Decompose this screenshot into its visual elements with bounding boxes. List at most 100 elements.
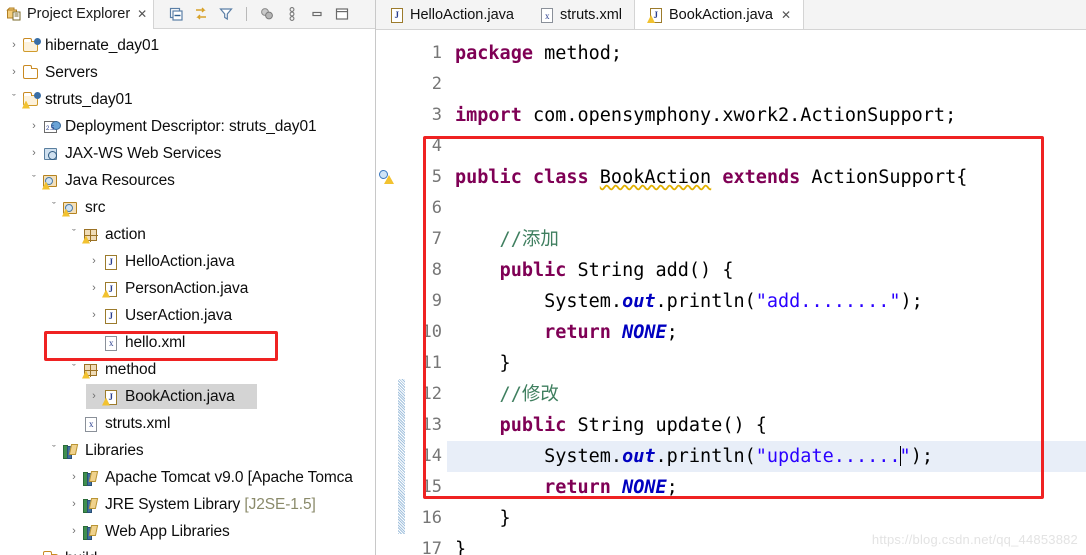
code-line[interactable]: System.out.println("update......");: [447, 441, 1086, 472]
tree-toggle-arrow[interactable]: ›: [66, 526, 82, 537]
line-number: 7: [431, 229, 442, 249]
close-icon[interactable]: ✕: [135, 8, 147, 20]
code-line[interactable]: }: [447, 503, 1086, 534]
maximize-icon[interactable]: [334, 6, 350, 22]
editor-tab-bookaction-java[interactable]: BookAction.java ✕: [634, 0, 805, 29]
tree-item-label: Web App Libraries: [105, 522, 230, 540]
focus-on-active-task-icon[interactable]: [259, 6, 275, 22]
tree-item-helloaction-java[interactable]: › HelloAction.java: [0, 248, 376, 275]
tree-item-struts-xml[interactable]: struts.xml: [0, 410, 376, 437]
code-line[interactable]: }: [447, 348, 1086, 379]
folder-icon: [42, 550, 60, 555]
tree-toggle-arrow[interactable]: ›: [6, 40, 22, 51]
close-icon[interactable]: ✕: [779, 9, 791, 21]
tree-toggle-arrow[interactable]: ˇ: [46, 445, 62, 456]
editor-code-area[interactable]: package method; import com.opensymphony.…: [447, 30, 1086, 555]
tree-toggle-arrow[interactable]: ›: [86, 391, 102, 402]
tree-item-jre-system-library[interactable]: › JRE System Library [J2SE-1.5]: [0, 491, 376, 518]
tree-item-personaction-java[interactable]: › PersonAction.java: [0, 275, 376, 302]
tree-item-web-app-libraries[interactable]: › Web App Libraries: [0, 518, 376, 545]
code-token: System.: [455, 291, 623, 312]
tree-toggle-arrow[interactable]: ˇ: [66, 364, 82, 375]
code-line[interactable]: public class BookAction extends ActionSu…: [447, 162, 1086, 193]
tree-item-label: build: [65, 550, 97, 555]
code-token: }: [455, 353, 511, 374]
project-explorer-panel: Project Explorer ✕ › hibernate_day01 › S…: [0, 0, 376, 555]
tree-item-label: struts.xml: [105, 414, 171, 432]
code-line[interactable]: System.out.println("add........");: [447, 286, 1086, 317]
code-token: ;: [666, 477, 678, 498]
code-line[interactable]: public String update() {: [447, 410, 1086, 441]
code-line[interactable]: import com.opensymphony.xwork2.ActionSup…: [447, 100, 1086, 131]
tree-toggle-arrow[interactable]: ›: [66, 499, 82, 510]
tree-toggle-arrow[interactable]: ˇ: [26, 175, 42, 186]
tree-toggle-arrow[interactable]: ›: [26, 121, 42, 132]
java-file-warn-icon: [102, 280, 120, 298]
change-bar-segment: [398, 379, 405, 534]
link-with-editor-icon[interactable]: [193, 6, 209, 22]
code-line[interactable]: //修改: [447, 379, 1086, 410]
code-line[interactable]: [447, 131, 1086, 162]
code-line[interactable]: [447, 193, 1086, 224]
tree-toggle-arrow[interactable]: ›: [86, 256, 102, 267]
code-token: .println(: [655, 291, 756, 312]
line-number: 1: [431, 43, 442, 63]
library-icon: [82, 496, 100, 514]
tree-item-libraries[interactable]: ˇ Libraries: [0, 437, 376, 464]
tree-item-jax-ws-web-services[interactable]: › JAX-WS Web Services: [0, 140, 376, 167]
view-menu-icon[interactable]: [284, 6, 300, 22]
project-tree[interactable]: › hibernate_day01 › Servers ˇ struts_day01 › De…: [0, 29, 376, 555]
code-line[interactable]: package method;: [447, 38, 1086, 69]
tree-toggle-arrow[interactable]: ›: [6, 67, 22, 78]
tree-item-label: JRE System Library [J2SE-1.5]: [105, 495, 316, 513]
code-line[interactable]: return NONE;: [447, 472, 1086, 503]
warning-marker-icon[interactable]: [379, 170, 394, 185]
folder-icon: [22, 64, 40, 82]
tree-item-apache-tomcat-v9-0-apache-tomca[interactable]: › Apache Tomcat v9.0 [Apache Tomca: [0, 464, 376, 491]
editor-line-numbers: 123456789101112131415161718: [405, 30, 447, 555]
tree-item-label: action: [105, 225, 146, 243]
tree-item-label: hello.xml: [125, 333, 186, 351]
tree-item-deployment-descriptor-struts-day01[interactable]: › Deployment Descriptor: struts_day01: [0, 113, 376, 140]
tree-item-hello-xml[interactable]: hello.xml: [0, 329, 376, 356]
tree-item-action[interactable]: ˇ action: [0, 221, 376, 248]
tree-item-label: src: [85, 198, 106, 216]
editor-tab-helloaction-java[interactable]: HelloAction.java: [376, 0, 526, 29]
tree-item-java-resources[interactable]: ˇ Java Resources: [0, 167, 376, 194]
editor-tab-struts-xml[interactable]: struts.xml: [525, 0, 635, 29]
tree-toggle-arrow[interactable]: ›: [86, 283, 102, 294]
tree-item-struts-day01[interactable]: ˇ struts_day01: [0, 86, 376, 113]
tree-toggle-arrow[interactable]: ›: [66, 472, 82, 483]
code-line[interactable]: [447, 69, 1086, 100]
tree-toggle-arrow[interactable]: ˇ: [66, 229, 82, 240]
tab-project-explorer[interactable]: Project Explorer ✕: [0, 0, 155, 29]
line-number: 12: [421, 384, 442, 404]
tree-item-src[interactable]: ˇ src: [0, 194, 376, 221]
java-file-icon: [388, 6, 404, 23]
collapse-all-icon[interactable]: [168, 6, 184, 22]
tree-toggle-arrow[interactable]: ˇ: [46, 202, 62, 213]
tree-item-servers[interactable]: › Servers: [0, 59, 376, 86]
tree-toggle-arrow[interactable]: ›: [86, 310, 102, 321]
minimize-icon[interactable]: [309, 6, 325, 22]
tree-item-label: method: [105, 360, 157, 378]
tree-item-method[interactable]: ˇ method: [0, 356, 376, 383]
tree-item-hibernate-day01[interactable]: › hibernate_day01: [0, 32, 376, 59]
filter-icon[interactable]: [218, 6, 234, 22]
editor-panel: HelloAction.java struts.xml BookAction.jav…: [376, 0, 1086, 555]
code-line[interactable]: //添加: [447, 224, 1086, 255]
code-line[interactable]: return NONE;: [447, 317, 1086, 348]
tree-item-build[interactable]: ›build: [0, 545, 376, 555]
xml-file-icon: [82, 415, 100, 433]
tree-item-bookaction-java[interactable]: › BookAction.java: [0, 383, 376, 410]
editor-marker-column[interactable]: [376, 30, 398, 555]
code-line[interactable]: public String add() {: [447, 255, 1086, 286]
tree-item-useraction-java[interactable]: › UserAction.java: [0, 302, 376, 329]
tree-toggle-arrow[interactable]: ˇ: [6, 94, 22, 105]
tree-toggle-arrow[interactable]: ›: [26, 148, 42, 159]
line-number: 15: [421, 477, 442, 497]
tree-item-label: Deployment Descriptor: struts_day01: [65, 117, 317, 135]
java-file-icon: [102, 253, 120, 271]
code-token: return: [544, 477, 623, 498]
